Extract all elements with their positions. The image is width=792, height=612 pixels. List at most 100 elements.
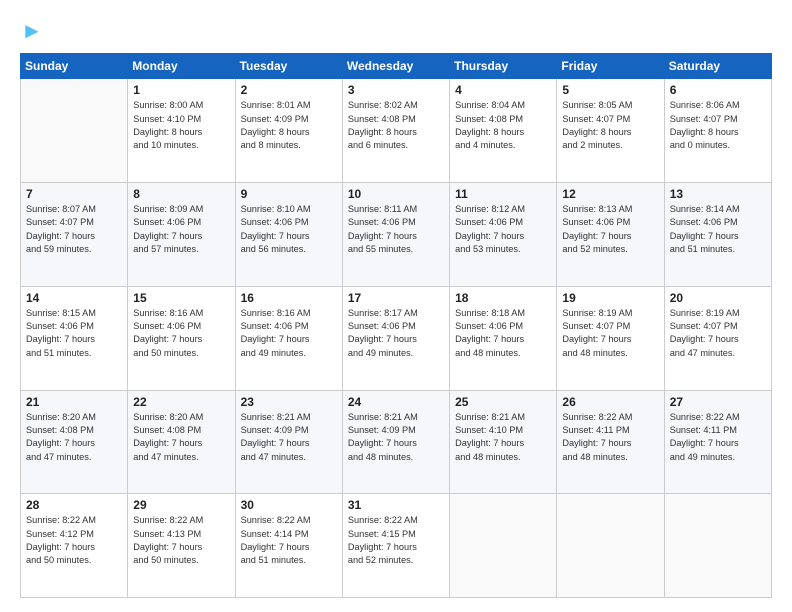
calendar-cell: 4Sunrise: 8:04 AMSunset: 4:08 PMDaylight… [450,79,557,183]
page: ► SundayMondayTuesdayWednesdayThursdayFr… [0,0,792,612]
day-number: 14 [26,291,122,305]
weekday-header: Thursday [450,54,557,79]
header: ► [20,18,772,43]
weekday-header: Monday [128,54,235,79]
calendar-cell: 23 Sunrise: 8:21 AMSunset: 4:09 PMDayligh… [235,390,342,494]
day-info: Sunrise: 8:17 AMSunset: 4:06 PMDaylight:… [348,307,444,360]
day-number: 23 [241,395,337,409]
day-number: 26 [562,395,658,409]
day-info: Sunrise: 8:06 AMSunset: 4:07 PMDaylight:… [670,99,766,152]
day-number: 8 [133,187,229,201]
calendar-cell: 6 Sunrise: 8:06 AMSunset: 4:07 PMDaylight… [664,79,771,183]
calendar-cell: 14 Sunrise: 8:15 AMSunset: 4:06 PMDayligh… [21,286,128,390]
day-info: Sunrise: 8:21 AMSunset: 4:09 PMDaylight:… [241,411,337,464]
weekday-header: Saturday [664,54,771,79]
calendar-cell [664,494,771,598]
day-number: 16 [241,291,337,305]
calendar-cell: 5 Sunrise: 8:05 AMSunset: 4:07 PMDaylight… [557,79,664,183]
calendar-cell: 24 Sunrise: 8:21 AMSunset: 4:09 PMDayligh… [342,390,449,494]
calendar-cell: 13Sunrise: 8:14 AMSunset: 4:06 PMDayligh… [664,183,771,287]
calendar-week-row: 1 Sunrise: 8:00 AMSunset: 4:10 PMDaylight… [21,79,772,183]
day-info: Sunrise: 8:19 AMSunset: 4:07 PMDaylight:… [670,307,766,360]
day-number: 12 [562,187,658,201]
day-number: 28 [26,498,122,512]
calendar-cell: 17 Sunrise: 8:17 AMSunset: 4:06 PMDayligh… [342,286,449,390]
day-info: Sunrise: 8:21 AMSunset: 4:09 PMDaylight:… [348,411,444,464]
calendar-cell: 8 Sunrise: 8:09 AMSunset: 4:06 PMDaylight… [128,183,235,287]
day-info: Sunrise: 8:12 AMSunset: 4:06 PMDaylight:… [455,203,551,256]
calendar-cell: 3Sunrise: 8:02 AMSunset: 4:08 PMDaylight… [342,79,449,183]
day-number: 9 [241,187,337,201]
calendar-cell: 22Sunrise: 8:20 AMSunset: 4:08 PMDayligh… [128,390,235,494]
day-info: Sunrise: 8:10 AMSunset: 4:06 PMDaylight:… [241,203,337,256]
calendar-cell: 31Sunrise: 8:22 AMSunset: 4:15 PMDayligh… [342,494,449,598]
day-number: 15 [133,291,229,305]
day-number: 30 [241,498,337,512]
calendar-table: SundayMondayTuesdayWednesdayThursdayFrid… [20,53,772,598]
calendar-header-row: SundayMondayTuesdayWednesdayThursdayFrid… [21,54,772,79]
day-info: Sunrise: 8:05 AMSunset: 4:07 PMDaylight:… [562,99,658,152]
day-number: 18 [455,291,551,305]
day-number: 17 [348,291,444,305]
calendar-cell: 2 Sunrise: 8:01 AMSunset: 4:09 PMDaylight… [235,79,342,183]
day-number: 21 [26,395,122,409]
weekday-header: Wednesday [342,54,449,79]
day-info: Sunrise: 8:18 AMSunset: 4:06 PMDaylight:… [455,307,551,360]
calendar-cell: 10Sunrise: 8:11 AMSunset: 4:06 PMDayligh… [342,183,449,287]
day-info: Sunrise: 8:20 AMSunset: 4:08 PMDaylight:… [133,411,229,464]
day-info: Sunrise: 8:22 AMSunset: 4:14 PMDaylight:… [241,514,337,567]
day-number: 31 [348,498,444,512]
calendar-cell: 11 Sunrise: 8:12 AMSunset: 4:06 PMDayligh… [450,183,557,287]
logo: ► [20,18,43,43]
weekday-header: Tuesday [235,54,342,79]
weekday-header: Friday [557,54,664,79]
day-info: Sunrise: 8:16 AMSunset: 4:06 PMDaylight:… [241,307,337,360]
day-info: Sunrise: 8:00 AMSunset: 4:10 PMDaylight:… [133,99,229,152]
day-number: 29 [133,498,229,512]
calendar-cell: 20 Sunrise: 8:19 AMSunset: 4:07 PMDayligh… [664,286,771,390]
day-number: 5 [562,83,658,97]
day-info: Sunrise: 8:02 AMSunset: 4:08 PMDaylight:… [348,99,444,152]
calendar-cell: 9 Sunrise: 8:10 AMSunset: 4:06 PMDaylight… [235,183,342,287]
calendar-cell: 15 Sunrise: 8:16 AMSunset: 4:06 PMDayligh… [128,286,235,390]
day-info: Sunrise: 8:13 AMSunset: 4:06 PMDaylight:… [562,203,658,256]
calendar-week-row: 28 Sunrise: 8:22 AMSunset: 4:12 PMDayligh… [21,494,772,598]
calendar-cell: 30 Sunrise: 8:22 AMSunset: 4:14 PMDayligh… [235,494,342,598]
calendar-week-row: 7Sunrise: 8:07 AMSunset: 4:07 PMDaylight… [21,183,772,287]
day-number: 20 [670,291,766,305]
day-info: Sunrise: 8:22 AMSunset: 4:13 PMDaylight:… [133,514,229,567]
day-info: Sunrise: 8:22 AMSunset: 4:11 PMDaylight:… [670,411,766,464]
calendar-week-row: 14 Sunrise: 8:15 AMSunset: 4:06 PMDayligh… [21,286,772,390]
calendar-cell: 27 Sunrise: 8:22 AMSunset: 4:11 PMDayligh… [664,390,771,494]
calendar-cell: 21 Sunrise: 8:20 AMSunset: 4:08 PMDayligh… [21,390,128,494]
calendar-cell: 28 Sunrise: 8:22 AMSunset: 4:12 PMDayligh… [21,494,128,598]
calendar-cell: 29 Sunrise: 8:22 AMSunset: 4:13 PMDayligh… [128,494,235,598]
day-number: 24 [348,395,444,409]
day-info: Sunrise: 8:01 AMSunset: 4:09 PMDaylight:… [241,99,337,152]
day-number: 6 [670,83,766,97]
day-info: Sunrise: 8:20 AMSunset: 4:08 PMDaylight:… [26,411,122,464]
calendar-cell [450,494,557,598]
day-number: 1 [133,83,229,97]
day-info: Sunrise: 8:16 AMSunset: 4:06 PMDaylight:… [133,307,229,360]
day-number: 10 [348,187,444,201]
calendar-cell: 1 Sunrise: 8:00 AMSunset: 4:10 PMDaylight… [128,79,235,183]
day-info: Sunrise: 8:19 AMSunset: 4:07 PMDaylight:… [562,307,658,360]
calendar-cell: 18 Sunrise: 8:18 AMSunset: 4:06 PMDayligh… [450,286,557,390]
day-number: 19 [562,291,658,305]
day-info: Sunrise: 8:15 AMSunset: 4:06 PMDaylight:… [26,307,122,360]
calendar-cell: 25Sunrise: 8:21 AMSunset: 4:10 PMDayligh… [450,390,557,494]
day-number: 11 [455,187,551,201]
day-info: Sunrise: 8:04 AMSunset: 4:08 PMDaylight:… [455,99,551,152]
day-number: 2 [241,83,337,97]
day-number: 7 [26,187,122,201]
calendar-cell: 7Sunrise: 8:07 AMSunset: 4:07 PMDaylight… [21,183,128,287]
day-info: Sunrise: 8:14 AMSunset: 4:06 PMDaylight:… [670,203,766,256]
day-info: Sunrise: 8:09 AMSunset: 4:06 PMDaylight:… [133,203,229,256]
day-info: Sunrise: 8:22 AMSunset: 4:12 PMDaylight:… [26,514,122,567]
day-number: 27 [670,395,766,409]
calendar-cell: 26Sunrise: 8:22 AMSunset: 4:11 PMDayligh… [557,390,664,494]
calendar-cell: 16 Sunrise: 8:16 AMSunset: 4:06 PMDayligh… [235,286,342,390]
calendar-cell: 19 Sunrise: 8:19 AMSunset: 4:07 PMDayligh… [557,286,664,390]
day-info: Sunrise: 8:21 AMSunset: 4:10 PMDaylight:… [455,411,551,464]
